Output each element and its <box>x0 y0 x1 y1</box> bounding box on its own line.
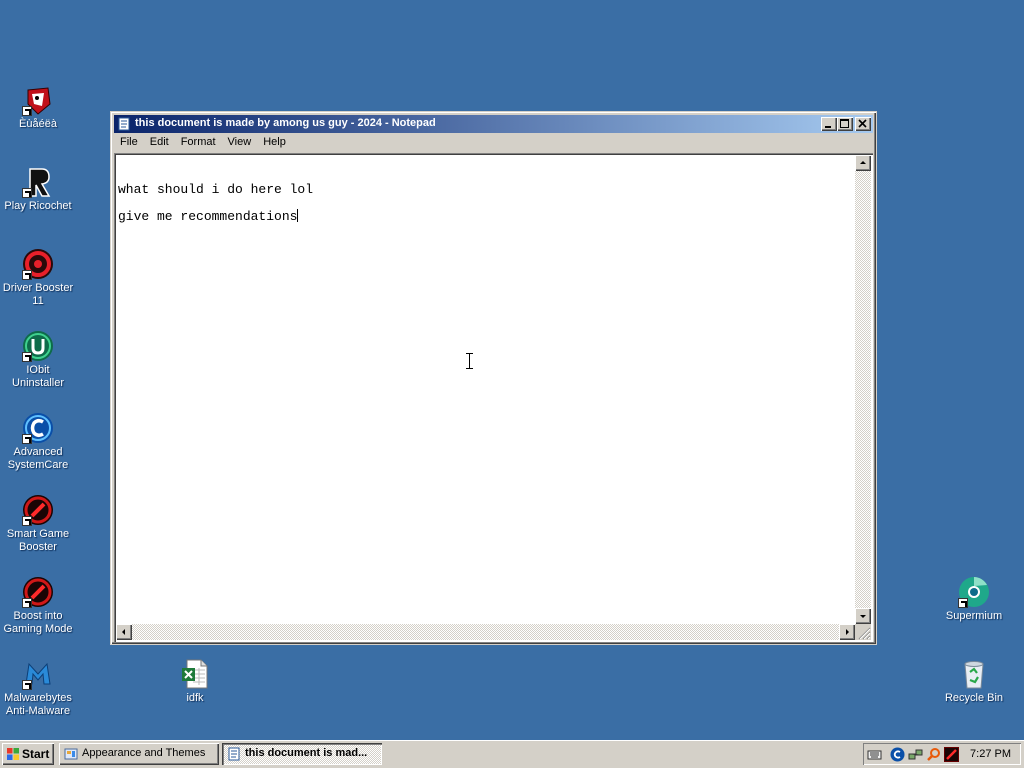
advanced-systemcare-tray-icon[interactable] <box>890 747 905 762</box>
arrow-left-icon <box>122 629 125 635</box>
game-booster-tray-icon[interactable] <box>944 747 959 762</box>
menu-format[interactable]: Format <box>175 134 222 148</box>
vertical-scrollbar[interactable] <box>855 155 871 624</box>
menu-edit[interactable]: Edit <box>144 134 175 148</box>
game-app-icon <box>22 84 54 116</box>
iobit-uninstaller-icon <box>22 330 54 362</box>
recycle-bin-icon <box>958 658 990 690</box>
taskbar-button-appearance-themes[interactable]: Appearance and Themes <box>59 743 219 765</box>
desktop-icon-supermium[interactable]: Supermium <box>936 576 1012 623</box>
menu-file[interactable]: File <box>114 134 144 148</box>
window-title: this document is made by among us guy - … <box>135 117 436 129</box>
desktop-icon-label: Boost into Gaming Mode <box>3 610 73 635</box>
start-button[interactable]: Start <box>2 743 54 765</box>
control-panel-icon <box>64 748 78 760</box>
text-line-2: give me recommendations <box>118 209 298 224</box>
ricochet-icon <box>22 166 54 198</box>
scroll-right-button[interactable] <box>839 624 855 640</box>
horizontal-scrollbar[interactable] <box>116 624 855 640</box>
arrow-down-icon <box>860 615 866 618</box>
driver-booster-icon <box>22 248 54 280</box>
text-editor[interactable]: what should i do here lol give me recomme… <box>114 153 873 642</box>
scroll-left-button[interactable] <box>116 624 132 640</box>
editor-text[interactable]: what should i do here lol give me recomme… <box>118 157 853 622</box>
network-icon[interactable] <box>908 747 923 762</box>
desktop-icon-play-ricochet[interactable]: Play Ricochet <box>0 166 76 213</box>
desktop-icon-driver-booster[interactable]: Driver Booster 11 <box>0 248 76 308</box>
advanced-systemcare-icon <box>22 412 54 444</box>
clock[interactable]: 7:27 PM <box>970 748 1011 760</box>
desktop-icon-game[interactable]: Èùåéëà <box>0 84 76 131</box>
desktop-icon-label: Driver Booster 11 <box>2 282 74 307</box>
scroll-down-button[interactable] <box>855 608 871 624</box>
text-line-1: what should i do here lol <box>118 182 314 197</box>
desktop-icon-boost-gaming-mode[interactable]: Boost into Gaming Mode <box>0 576 76 636</box>
minimize-button[interactable] <box>821 117 837 131</box>
maximize-icon <box>840 119 849 128</box>
desktop-icon-label: Supermium <box>945 610 1003 622</box>
arrow-right-icon <box>846 629 849 635</box>
taskbar-button-label: this document is mad... <box>245 747 368 759</box>
start-label: Start <box>22 747 50 761</box>
smart-game-booster-icon <box>22 494 54 526</box>
menu-bar: File Edit Format View Help <box>114 134 873 152</box>
notepad-icon <box>228 747 240 761</box>
keyboard-icon[interactable] <box>867 747 882 762</box>
title-bar[interactable]: this document is made by among us guy - … <box>114 115 873 133</box>
arrow-up-icon <box>860 161 866 164</box>
notepad-window[interactable]: this document is made by among us guy - … <box>110 111 877 645</box>
desktop-icon-idfk[interactable]: idfk <box>157 658 233 705</box>
desktop-icon-label: Recycle Bin <box>944 692 1004 704</box>
taskbar: Start Appearance and Themes this documen… <box>0 740 1024 768</box>
close-button[interactable] <box>855 117 871 131</box>
search-icon[interactable] <box>926 747 941 762</box>
close-icon <box>858 119 867 128</box>
text-caret <box>297 209 299 222</box>
desktop-icon-smart-game-booster[interactable]: Smart Game Booster <box>0 494 76 554</box>
excel-file-icon <box>179 658 211 690</box>
ibeam-cursor-icon <box>466 353 473 369</box>
desktop-icon-advanced-systemcare[interactable]: Advanced SystemCare <box>0 412 76 472</box>
menu-view[interactable]: View <box>222 134 258 148</box>
maximize-button[interactable] <box>837 117 853 131</box>
desktop-icon-label: Advanced SystemCare <box>7 446 69 471</box>
malwarebytes-icon <box>22 658 54 690</box>
notepad-icon[interactable] <box>117 117 131 131</box>
desktop-icon-label: Play Ricochet <box>4 200 72 212</box>
desktop-icon-recycle-bin[interactable]: Recycle Bin <box>936 658 1012 705</box>
desktop-icon-label: Malwarebytes Anti-Malware <box>4 692 72 717</box>
windows-logo-icon <box>7 748 19 760</box>
desktop-icon-label: IObit Uninstaller <box>12 364 64 389</box>
desktop-icon-label: Èùåéëà <box>19 118 57 130</box>
system-tray: 7:27 PM <box>863 743 1021 765</box>
boost-gaming-mode-icon <box>22 576 54 608</box>
desktop-icon-malwarebytes[interactable]: Malwarebytes Anti-Malware <box>0 658 76 718</box>
taskbar-button-label: Appearance and Themes <box>82 747 206 759</box>
minimize-icon <box>825 126 831 128</box>
scroll-up-button[interactable] <box>855 155 871 171</box>
menu-help[interactable]: Help <box>257 134 292 148</box>
resize-grip[interactable] <box>855 624 871 640</box>
supermium-icon <box>958 576 990 608</box>
taskbar-button-notepad[interactable]: this document is mad... <box>222 743 382 765</box>
desktop-icon-iobit-uninstaller[interactable]: IObit Uninstaller <box>0 330 76 390</box>
desktop-icon-label: idfk <box>186 692 204 704</box>
resize-grip-icon <box>858 627 871 640</box>
desktop-icon-label: Smart Game Booster <box>6 528 70 553</box>
